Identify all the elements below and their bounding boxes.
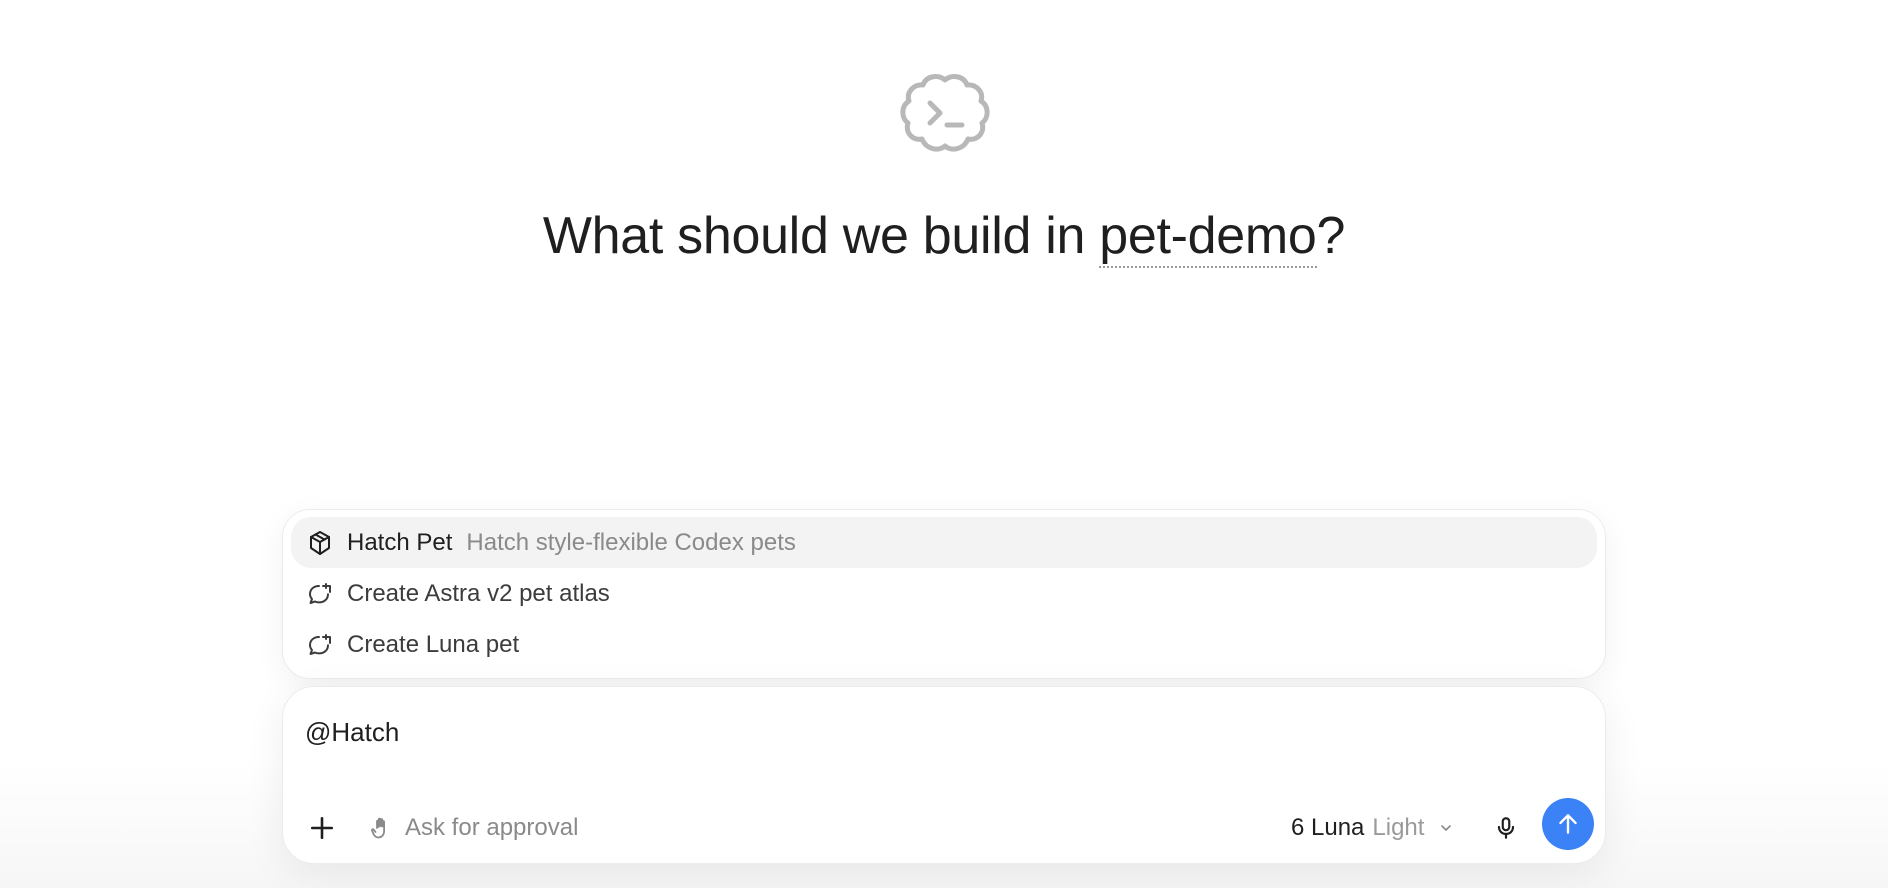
microphone-icon <box>1497 817 1515 839</box>
chevron-down-icon <box>1441 825 1452 831</box>
message-composer: @Hatch Ask for approval 6 Luna Light <box>282 686 1606 864</box>
project-name-link[interactable]: pet-demo <box>1099 207 1317 268</box>
model-variant: Light <box>1372 814 1425 841</box>
microphone-button[interactable] <box>1487 809 1525 847</box>
suggestion-item-create-astra[interactable]: Create Astra v2 pet atlas <box>291 568 1597 619</box>
arrow-up-icon <box>1559 814 1577 834</box>
prompt-input[interactable]: @Hatch <box>305 717 399 748</box>
suggestion-label: Create Astra v2 pet atlas <box>347 579 610 607</box>
hand-icon <box>371 817 385 839</box>
suggestion-item-create-luna[interactable]: Create Luna pet <box>291 619 1597 670</box>
codex-logo-icon <box>900 70 990 160</box>
suggestion-label: Hatch Pet <box>347 528 453 556</box>
suggestion-description: Hatch style-flexible Codex pets <box>466 528 796 556</box>
model-name: 6 Luna <box>1291 814 1365 841</box>
model-selector[interactable]: 6 Luna Light <box>1291 809 1454 847</box>
cube-icon <box>305 528 335 558</box>
title-suffix: ? <box>1316 207 1346 265</box>
page-title: What should we build in pet-demo? <box>0 206 1888 268</box>
suggestion-label: Create Luna pet <box>347 630 520 658</box>
send-button[interactable] <box>1542 798 1594 850</box>
title-prefix: What should we build in <box>542 207 1100 265</box>
add-attachment-button[interactable] <box>305 811 339 845</box>
approval-mode-button[interactable]: Ask for approval <box>369 809 578 847</box>
suggestions-popover: Hatch Pet Hatch style-flexible Codex pet… <box>282 509 1606 679</box>
app-page: What should we build in pet-demo? Hatch … <box>0 0 1888 888</box>
chat-bubble-icon <box>305 579 335 609</box>
chat-bubble-icon <box>305 630 335 660</box>
suggestion-item-hatch-pet[interactable]: Hatch Pet Hatch style-flexible Codex pet… <box>291 517 1597 568</box>
plus-icon <box>310 816 334 840</box>
approval-label: Ask for approval <box>405 814 579 841</box>
